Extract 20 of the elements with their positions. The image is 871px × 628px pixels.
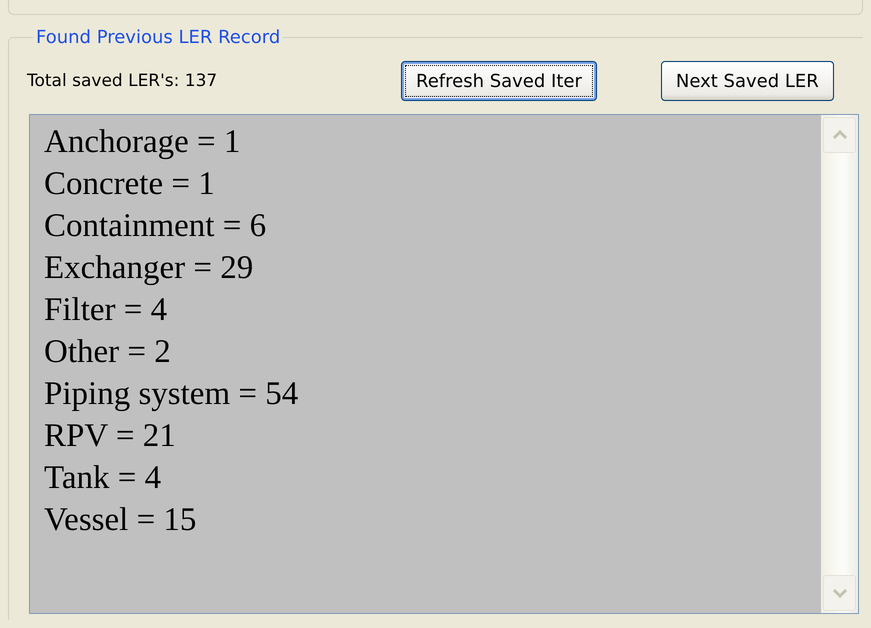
chevron-up-icon (832, 130, 848, 140)
list-line: Anchorage = 1 (44, 123, 242, 162)
scrollbar[interactable] (821, 115, 858, 613)
list-line: Concrete = 1 (44, 165, 216, 204)
list-line: Piping system = 54 (44, 375, 300, 414)
list-line: RPV = 21 (44, 417, 177, 456)
list-line: Containment = 6 (44, 207, 268, 246)
list-line: Other = 2 (44, 333, 172, 372)
next-button[interactable]: Next Saved LER (660, 61, 834, 101)
list-line: Tank = 4 (44, 459, 162, 498)
scroll-up-button[interactable] (823, 117, 856, 153)
chevron-down-icon (832, 588, 848, 598)
group-title: Found Previous LER Record (35, 27, 282, 48)
total-label: Total saved LER's: 137 (27, 71, 218, 91)
refresh-button[interactable]: Refresh Saved Iter (401, 61, 597, 101)
list-line: Filter = 4 (44, 291, 168, 330)
list-box[interactable]: Anchorage = 1 Concrete = 1 Containment = 6 Exchanger = 29 Filter = 4 Other = 2 Piping system = 54 RPV = 21 Tank = 4 Vessel = 15 (29, 114, 859, 614)
list-line: Vessel = 15 (44, 501, 198, 540)
list-line: Exchanger = 29 (44, 249, 254, 288)
scroll-down-button[interactable] (823, 575, 856, 611)
